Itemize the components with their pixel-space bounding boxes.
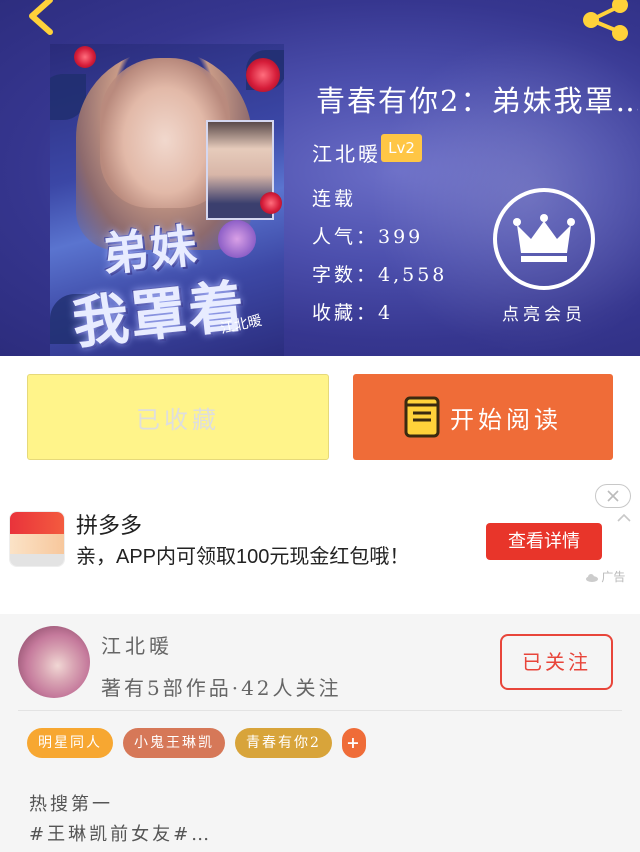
- ad-app-icon: [9, 511, 65, 567]
- ad-label: 广告: [586, 568, 625, 585]
- author-card: 江北暖 著有5部作品·42人关注 已关注 明星同人 小鬼王琳凯 青春有你2 + …: [0, 614, 640, 852]
- book-header: 弟妹 我罩着 江北暖 青春有你2：弟妹我罩… 江北暖 Lv2 连载 人气：399…: [0, 0, 640, 356]
- book-title: 青春有你2：弟妹我罩…: [316, 84, 638, 118]
- book-status: 连载: [312, 188, 357, 210]
- ad-description: 亲，APP内可领取100元现金红包哦！: [76, 546, 410, 568]
- author-card-name[interactable]: 江北暖: [101, 630, 173, 659]
- start-reading-label: 开始阅读: [450, 405, 562, 434]
- rose-icon: [246, 58, 280, 92]
- back-button[interactable]: [10, 0, 60, 40]
- tag-list: 明星同人 小鬼王琳凯 青春有你2 +: [27, 728, 366, 758]
- chevron-up-icon[interactable]: [617, 512, 631, 522]
- vip-button[interactable]: 点亮会员: [490, 188, 598, 330]
- ad-close-button[interactable]: [595, 484, 631, 508]
- book-icon: [404, 396, 440, 438]
- follow-button[interactable]: 已关注: [500, 634, 613, 690]
- divider: [18, 710, 622, 711]
- vip-circle: [493, 188, 595, 290]
- tag-chip[interactable]: 明星同人: [27, 728, 113, 758]
- rose-icon: [260, 192, 282, 214]
- book-favorites: 收藏：4: [312, 302, 394, 324]
- post-hashtag[interactable]: #王琳凯前女友#…: [29, 820, 212, 846]
- author-level-badge: Lv2: [381, 134, 422, 162]
- author-link[interactable]: 江北暖: [312, 138, 381, 167]
- rose-icon: [74, 46, 96, 68]
- chevron-left-icon: [29, 0, 53, 35]
- ad-label-text: 广告: [601, 570, 626, 584]
- cloud-icon: [586, 573, 598, 582]
- book-cover[interactable]: 弟妹 我罩着 江北暖: [50, 44, 284, 356]
- ad-banner[interactable]: 拼多多 亲，APP内可领取100元现金红包哦！ 查看详情 广告: [0, 478, 640, 614]
- share-icon: [583, 0, 628, 41]
- crown-icon: [513, 214, 575, 262]
- tag-chip[interactable]: 青春有你2: [235, 728, 332, 758]
- avatar[interactable]: [18, 626, 90, 698]
- favorite-button-label: 已收藏: [136, 405, 220, 434]
- cover-seal: [218, 220, 256, 258]
- close-icon: [607, 490, 619, 502]
- author-card-stats: 著有5部作品·42人关注: [101, 676, 342, 700]
- vip-label: 点亮会员: [502, 305, 586, 325]
- start-reading-button[interactable]: 开始阅读: [353, 374, 613, 460]
- ad-cta-button[interactable]: 查看详情: [486, 523, 602, 560]
- book-word-count: 字数：4,558: [312, 264, 448, 286]
- add-tag-button[interactable]: +: [341, 728, 366, 758]
- tag-chip[interactable]: 小鬼王琳凯: [123, 728, 225, 758]
- action-bar: 已收藏 开始阅读: [0, 356, 640, 478]
- cover-title-line2: 我罩着: [69, 273, 250, 356]
- post-title[interactable]: 热搜第一: [29, 790, 113, 816]
- book-popularity: 人气：399: [312, 226, 424, 248]
- favorite-button[interactable]: 已收藏: [27, 374, 329, 460]
- share-button[interactable]: [578, 0, 634, 42]
- ad-app-name: 拼多多: [76, 513, 143, 538]
